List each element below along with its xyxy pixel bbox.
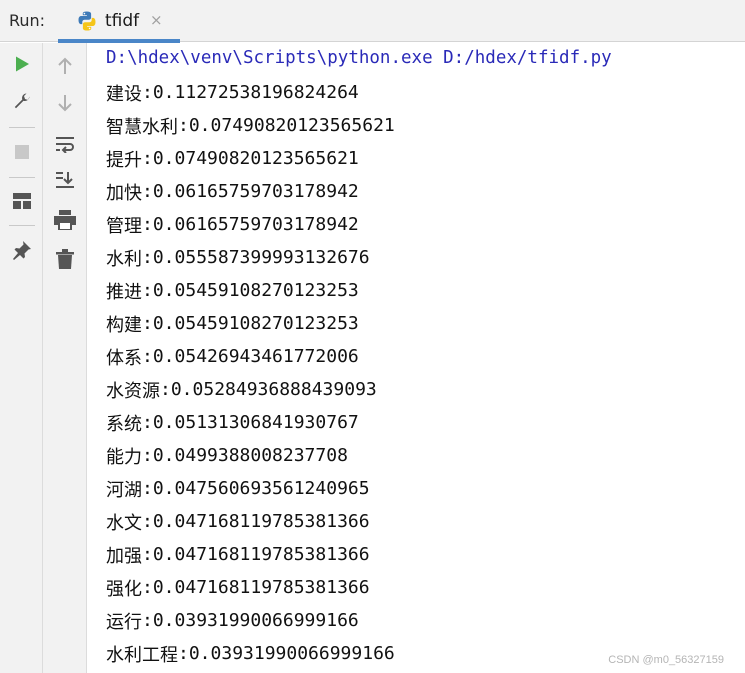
tfidf-value: 0.07490820123565621 — [188, 115, 395, 136]
console-line: 河湖: 0.047560693561240965 — [106, 472, 370, 505]
tfidf-value: 0.055587399993132676 — [152, 247, 370, 268]
term-label: 加快 — [106, 182, 142, 204]
term-label: 强化 — [106, 578, 142, 600]
soft-wrap-icon[interactable] — [52, 131, 78, 157]
term-label: 建设 — [106, 83, 142, 105]
separator: : — [142, 148, 153, 169]
console-line: 水利: 0.055587399993132676 — [106, 241, 370, 274]
wrench-icon[interactable] — [9, 89, 35, 115]
console-output[interactable]: D:\hdex\venv\Scripts\python.exe D:/hdex/… — [88, 43, 745, 673]
tfidf-value: 0.07490820123565621 — [152, 148, 359, 169]
scroll-to-end-icon[interactable] — [52, 167, 78, 193]
tfidf-value: 0.047168119785381366 — [152, 577, 370, 598]
run-actions-toolbar — [0, 43, 43, 673]
tfidf-value: 0.05131306841930767 — [152, 412, 359, 433]
separator: : — [178, 643, 189, 664]
term-label: 水利工程 — [106, 644, 178, 666]
console-line: 水利工程: 0.03931990066999166 — [106, 637, 395, 670]
separator: : — [142, 577, 153, 598]
python-icon — [78, 11, 96, 31]
tfidf-value: 0.03931990066999166 — [152, 610, 359, 631]
term-label: 管理 — [106, 215, 142, 237]
layout-icon[interactable] — [9, 188, 35, 214]
run-icon[interactable] — [9, 51, 35, 77]
term-label: 水文 — [106, 512, 142, 534]
tfidf-value: 0.11272538196824264 — [152, 82, 359, 103]
tfidf-value: 0.05284936888439093 — [170, 379, 377, 400]
watermark: CSDN @m0_56327159 — [608, 654, 724, 666]
arrow-down-icon[interactable] — [52, 90, 78, 116]
pin-icon[interactable] — [9, 237, 35, 263]
console-line: 水资源: 0.05284936888439093 — [106, 373, 377, 406]
run-tool-window-header: Run: tfidf × — [0, 0, 745, 43]
console-line: 构建: 0.05459108270123253 — [106, 307, 359, 340]
console-line: 系统: 0.05131306841930767 — [106, 406, 359, 439]
term-label: 河湖 — [106, 479, 142, 501]
tfidf-value: 0.047168119785381366 — [152, 511, 370, 532]
term-label: 水利 — [106, 248, 142, 270]
console-line: 管理: 0.06165759703178942 — [106, 208, 359, 241]
console-line: 加快: 0.06165759703178942 — [106, 175, 359, 208]
term-label: 构建 — [106, 314, 142, 336]
separator: : — [142, 313, 153, 334]
console-line: 建设: 0.11272538196824264 — [106, 76, 359, 109]
tfidf-value: 0.05459108270123253 — [152, 280, 359, 301]
term-label: 智慧水利 — [106, 116, 178, 138]
separator: : — [142, 478, 153, 499]
console-line: 运行: 0.03931990066999166 — [106, 604, 359, 637]
separator: : — [178, 115, 189, 136]
term-label: 系统 — [106, 413, 142, 435]
tfidf-value: 0.0499388008237708 — [152, 445, 348, 466]
tfidf-value: 0.05426943461772006 — [152, 346, 359, 367]
tab-title: tfidf — [105, 11, 140, 31]
term-label: 水资源 — [106, 380, 160, 402]
console-line: 强化: 0.047168119785381366 — [106, 571, 370, 604]
separator: : — [142, 346, 153, 367]
tfidf-value: 0.05459108270123253 — [152, 313, 359, 334]
tfidf-value: 0.06165759703178942 — [152, 214, 359, 235]
separator: : — [142, 214, 153, 235]
console-line: 体系: 0.05426943461772006 — [106, 340, 359, 373]
separator: : — [142, 247, 153, 268]
command-line: D:\hdex\venv\Scripts\python.exe D:/hdex/… — [106, 48, 612, 68]
tfidf-value: 0.047560693561240965 — [152, 478, 370, 499]
arrow-up-icon[interactable] — [52, 53, 78, 79]
console-line: 智慧水利: 0.07490820123565621 — [106, 109, 395, 142]
console-toolbar — [43, 43, 87, 673]
term-label: 提升 — [106, 149, 142, 171]
term-label: 运行 — [106, 611, 142, 633]
separator: : — [142, 511, 153, 532]
tfidf-value: 0.06165759703178942 — [152, 181, 359, 202]
separator: : — [142, 280, 153, 301]
toolbar-separator — [9, 127, 35, 128]
console-line: 水文: 0.047168119785381366 — [106, 505, 370, 538]
console-line: 提升: 0.07490820123565621 — [106, 142, 359, 175]
separator: : — [160, 379, 171, 400]
term-label: 加强 — [106, 545, 142, 567]
toolbar-separator — [9, 225, 35, 226]
toolbar-separator — [9, 177, 35, 178]
console-line: 推进: 0.05459108270123253 — [106, 274, 359, 307]
term-label: 能力 — [106, 446, 142, 468]
tfidf-value: 0.03931990066999166 — [188, 643, 395, 664]
console-line: 加强: 0.047168119785381366 — [106, 538, 370, 571]
close-icon[interactable]: × — [150, 11, 163, 29]
tfidf-value: 0.047168119785381366 — [152, 544, 370, 565]
term-label: 体系 — [106, 347, 142, 369]
run-label: Run: — [9, 11, 46, 30]
separator: : — [142, 610, 153, 631]
print-icon[interactable] — [52, 207, 78, 233]
stop-icon[interactable] — [9, 139, 35, 165]
separator: : — [142, 82, 153, 103]
separator: : — [142, 544, 153, 565]
separator: : — [142, 445, 153, 466]
separator: : — [142, 181, 153, 202]
console-line: 能力: 0.0499388008237708 — [106, 439, 348, 472]
tab-tfidf[interactable]: tfidf × — [58, 0, 180, 43]
separator: : — [142, 412, 153, 433]
trash-icon[interactable] — [52, 246, 78, 272]
term-label: 推进 — [106, 281, 142, 303]
